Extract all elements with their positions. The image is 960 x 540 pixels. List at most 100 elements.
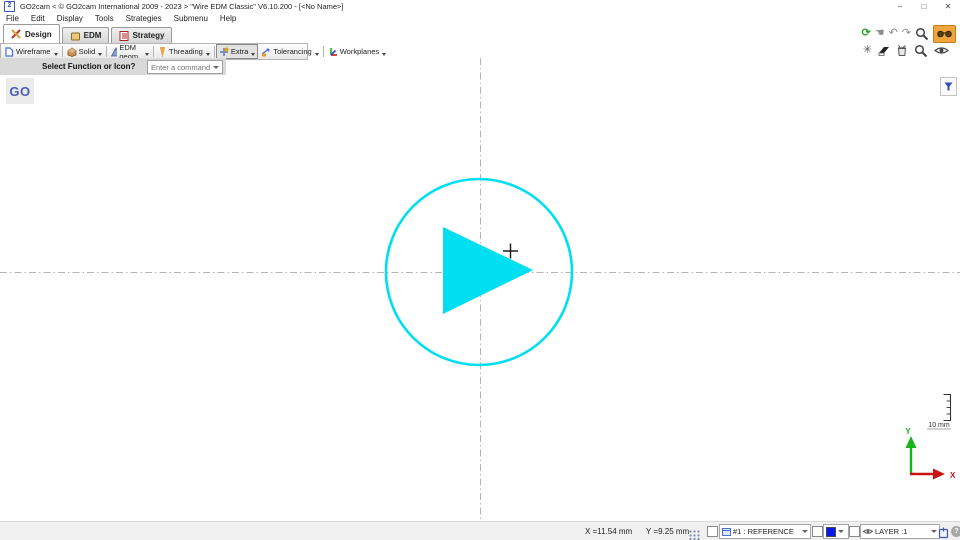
help-icon[interactable]: ? xyxy=(951,526,960,537)
view-controls-row2: ✳ xyxy=(863,43,949,58)
scale-label: 10 mm xyxy=(928,422,950,429)
color-apply-checkbox[interactable] xyxy=(812,526,823,537)
cursor-x-readout: X =11.54 mm xyxy=(585,522,632,540)
filter-funnel-icon xyxy=(944,82,953,91)
zoom-icon[interactable] xyxy=(915,27,929,41)
menu-help[interactable]: Help xyxy=(214,14,242,23)
design-tools-icon xyxy=(11,29,22,39)
command-input[interactable] xyxy=(148,63,213,72)
chevron-down-icon xyxy=(802,530,808,533)
color-swatch xyxy=(826,527,836,537)
menu-display[interactable]: Display xyxy=(51,14,89,23)
solid-icon xyxy=(67,47,77,57)
extra-label: Extra xyxy=(231,47,249,56)
y-axis-arrow xyxy=(906,436,917,448)
chevron-down-icon xyxy=(251,53,255,56)
status-bar: X =11.54 mm Y =9.25 mm #1 : REFERENCE xyxy=(0,521,960,540)
refresh-icon[interactable]: ⟳ xyxy=(861,27,870,40)
glasses-icon xyxy=(937,30,952,38)
threading-button[interactable]: Threading xyxy=(155,44,213,59)
tolerancing-icon xyxy=(261,47,271,57)
strategy-list-icon xyxy=(119,31,129,41)
clean-brush-icon[interactable] xyxy=(896,44,908,57)
chevron-down-icon xyxy=(838,530,844,533)
view-controls-row1: ⟳ ☚ ↶ ↷ xyxy=(861,25,956,42)
layer-manager-icon[interactable] xyxy=(938,524,950,540)
wireframe-label: Wireframe xyxy=(16,47,51,56)
go2cam-window: 10 mm Y X 2 GO2cam < © GO2cam Internatio… xyxy=(0,0,960,540)
reference-select[interactable]: #1 : REFERENCE xyxy=(719,524,811,539)
tab-strategy[interactable]: Strategy xyxy=(111,27,172,43)
menu-edit[interactable]: Edit xyxy=(25,14,51,23)
chevron-down-icon[interactable] xyxy=(213,66,219,69)
command-prompt-label: Select Function or Icon? xyxy=(42,62,135,71)
crosshair-cursor xyxy=(503,244,518,259)
chevron-down-icon xyxy=(206,53,210,56)
title-bar: 2 GO2cam < © GO2cam International 2009 -… xyxy=(0,0,960,13)
extra-button[interactable]: Extra xyxy=(216,44,259,59)
menu-tools[interactable]: Tools xyxy=(89,14,120,23)
chevron-down-icon xyxy=(54,53,58,56)
menu-file[interactable]: File xyxy=(0,14,25,23)
solid-button[interactable]: Solid xyxy=(64,44,106,59)
color-picker[interactable] xyxy=(823,524,849,539)
y-axis-label: Y xyxy=(905,427,911,436)
axis-triad: Y X xyxy=(905,427,956,480)
command-bar: Select Function or Icon? xyxy=(0,58,226,75)
wireframe-icon xyxy=(4,47,14,57)
eraser-icon[interactable] xyxy=(878,45,890,57)
redo-icon[interactable]: ↷ xyxy=(902,27,911,40)
drawing-canvas[interactable]: 10 mm Y X xyxy=(0,0,960,540)
regen-burst-icon[interactable]: ✳ xyxy=(863,44,872,57)
reference-select-value: #1 : REFERENCE xyxy=(733,527,800,536)
minimize-button[interactable]: – xyxy=(888,0,912,13)
chevron-down-icon xyxy=(315,53,319,56)
tab-strategy-label: Strategy xyxy=(132,31,164,40)
maximize-button[interactable]: □ xyxy=(912,0,936,13)
workplanes-icon xyxy=(328,47,338,57)
tab-design[interactable]: Design xyxy=(3,24,60,43)
tab-edm-label: EDM xyxy=(84,31,102,40)
threading-icon xyxy=(158,47,167,57)
window-title: GO2cam < © GO2cam International 2009 - 2… xyxy=(20,2,344,11)
workplanes-button[interactable]: Workplanes xyxy=(325,44,389,59)
close-button[interactable]: ✕ xyxy=(936,0,960,13)
x-axis-label: X xyxy=(950,471,956,480)
edm-geom-button[interactable]: EDM geom xyxy=(108,44,152,59)
zoom-select-icon[interactable] xyxy=(914,44,928,58)
layer-select[interactable]: LAYER :1 xyxy=(860,524,940,539)
geometry-circle[interactable] xyxy=(386,179,572,365)
view-glasses-button[interactable] xyxy=(933,25,956,43)
edm-geom-icon xyxy=(111,47,117,57)
app-icon: 2 xyxy=(4,1,15,12)
menu-strategies[interactable]: Strategies xyxy=(120,14,168,23)
menu-bar: File Edit Display Tools Strategies Subme… xyxy=(0,13,960,24)
filter-button[interactable] xyxy=(940,77,957,96)
threading-label: Threading xyxy=(169,47,203,56)
visibility-eye-icon[interactable] xyxy=(934,45,949,56)
tab-edm[interactable]: EDM xyxy=(62,27,110,43)
wireframe-button[interactable]: Wireframe xyxy=(1,44,61,59)
command-combobox[interactable] xyxy=(147,60,223,74)
scale-ruler: 10 mm xyxy=(927,395,951,430)
menu-submenu[interactable]: Submenu xyxy=(168,14,214,23)
layer-select-value: LAYER :1 xyxy=(875,527,929,536)
chevron-down-icon xyxy=(382,53,386,56)
extra-icon xyxy=(219,47,229,57)
cursor-y-readout: Y =9.25 mm xyxy=(646,522,689,540)
pan-hand-icon[interactable]: ☚ xyxy=(875,27,885,40)
grid-snap-icon[interactable] xyxy=(688,524,701,540)
go2cam-logo[interactable]: GO xyxy=(6,78,34,104)
chevron-down-icon xyxy=(145,53,149,56)
edm-bucket-icon xyxy=(70,31,81,41)
tab-design-label: Design xyxy=(25,30,52,39)
tolerancing-label: Tolerancing xyxy=(273,47,311,56)
solid-label: Solid xyxy=(79,47,96,56)
geometry-play-triangle[interactable] xyxy=(443,227,533,314)
ribbon-tabs: Design EDM Strategy xyxy=(0,24,960,43)
tolerancing-button[interactable]: Tolerancing xyxy=(258,44,321,59)
layer-visibility-checkbox[interactable] xyxy=(849,526,860,537)
workplanes-label: Workplanes xyxy=(340,47,379,56)
undo-icon[interactable]: ↶ xyxy=(889,27,898,40)
reference-visibility-checkbox[interactable] xyxy=(707,526,718,537)
